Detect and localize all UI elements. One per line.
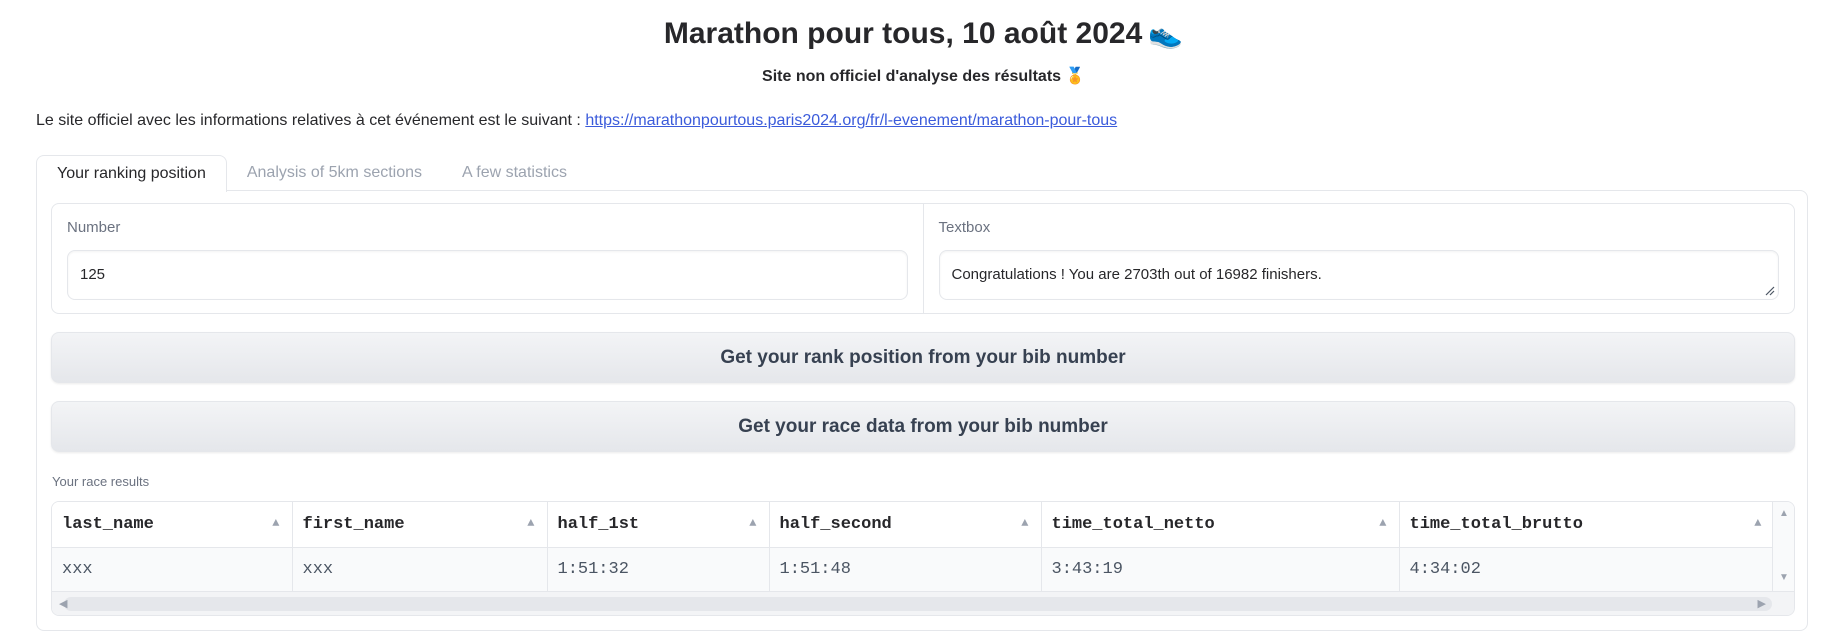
vertical-scrollbar[interactable]: ▲ ▼ (1772, 502, 1794, 591)
table-cell[interactable]: 1:51:48 (769, 547, 1042, 591)
scrollbar-corner (1774, 592, 1794, 615)
table-cell[interactable]: xxx (292, 547, 548, 591)
column-header-first-name[interactable]: first_name ▲ (292, 502, 548, 548)
table-cell[interactable]: 4:34:02 (1399, 547, 1775, 591)
column-header-time-total-netto[interactable]: time_total_netto ▲ (1041, 502, 1400, 548)
column-header-half-1st[interactable]: half_1st ▲ (547, 502, 770, 548)
textbox-label: Textbox (938, 219, 991, 236)
page-title-text: Marathon pour tous, 10 août 2024 (663, 17, 1143, 50)
sort-arrow-icon[interactable]: ▲ (1379, 516, 1386, 530)
official-site-text: Le site officiel avec les informations r… (36, 112, 586, 129)
table-cell[interactable]: xxx (52, 547, 293, 591)
textbox-field-block: Textbox Congratulations ! You are 2703th… (922, 204, 1795, 313)
sort-arrow-icon[interactable]: ▲ (272, 516, 279, 530)
tab-ranking-position[interactable]: Your ranking position (36, 155, 227, 192)
table-row: xxx xxx 1:51:32 1:51:48 3:43:19 4:34:02 (52, 547, 1775, 591)
scroll-right-icon[interactable]: ▶ (1758, 597, 1766, 610)
tab-statistics[interactable]: A few statistics (442, 155, 587, 191)
textbox-value: Congratulations ! You are 2703th out of … (951, 266, 1322, 283)
scroll-left-icon[interactable]: ◀ (59, 597, 67, 610)
table-cell[interactable]: 1:51:32 (547, 547, 770, 591)
page-title: Marathon pour tous, 10 août 2024 👟 (0, 14, 1847, 54)
scrollbar-thumb[interactable] (64, 597, 1772, 611)
textbox-output[interactable]: Congratulations ! You are 2703th out of … (938, 250, 1779, 300)
table-cell[interactable]: 3:43:19 (1041, 547, 1400, 591)
medal-icon: 🏅 (1065, 68, 1085, 85)
column-header-half-second[interactable]: half_second ▲ (769, 502, 1042, 548)
fields-row: Number 125 Textbox Congratulations ! You… (51, 203, 1795, 314)
tab-bar: Your ranking position Analysis of 5km se… (36, 155, 587, 192)
page-subtitle-text: Site non officiel d'analyse des résultat… (762, 68, 1062, 85)
get-rank-button[interactable]: Get your rank position from your bib num… (51, 332, 1795, 383)
column-header-last-name[interactable]: last_name ▲ (52, 502, 293, 548)
page-subtitle: Site non officiel d'analyse des résultat… (0, 66, 1847, 88)
scroll-up-icon[interactable]: ▲ (1779, 508, 1789, 519)
tab-panel: Number 125 Textbox Congratulations ! You… (36, 190, 1808, 631)
get-race-data-button[interactable]: Get your race data from your bib number (51, 401, 1795, 452)
official-site-link[interactable]: https://marathonpourtous.paris2024.org/f… (585, 112, 1117, 129)
resize-handle-icon[interactable] (1763, 284, 1775, 296)
number-field-block: Number 125 (52, 204, 923, 313)
sort-arrow-icon[interactable]: ▲ (749, 516, 756, 530)
column-header-time-total-brutto[interactable]: time_total_brutto ▲ (1399, 502, 1775, 548)
results-table-container: last_name ▲ first_name ▲ half_1st ▲ half_se… (51, 501, 1795, 616)
sort-arrow-icon[interactable]: ▲ (1754, 516, 1761, 530)
horizontal-scrollbar[interactable]: ◀ ▶ (52, 591, 1794, 615)
running-shoe-icon: 👟 (1148, 18, 1184, 49)
tab-5km-sections[interactable]: Analysis of 5km sections (227, 155, 442, 191)
sort-arrow-icon[interactable]: ▲ (1021, 516, 1028, 530)
results-label: Your race results (52, 474, 150, 489)
scroll-down-icon[interactable]: ▼ (1779, 572, 1789, 583)
official-site-paragraph: Le site officiel avec les informations r… (36, 110, 1117, 132)
table-header-row: last_name ▲ first_name ▲ half_1st ▲ half_se… (52, 502, 1775, 548)
number-input[interactable]: 125 (67, 250, 908, 300)
results-table: last_name ▲ first_name ▲ half_1st ▲ half_se… (52, 502, 1775, 591)
sort-arrow-icon[interactable]: ▲ (527, 516, 534, 530)
number-label: Number (67, 219, 121, 236)
